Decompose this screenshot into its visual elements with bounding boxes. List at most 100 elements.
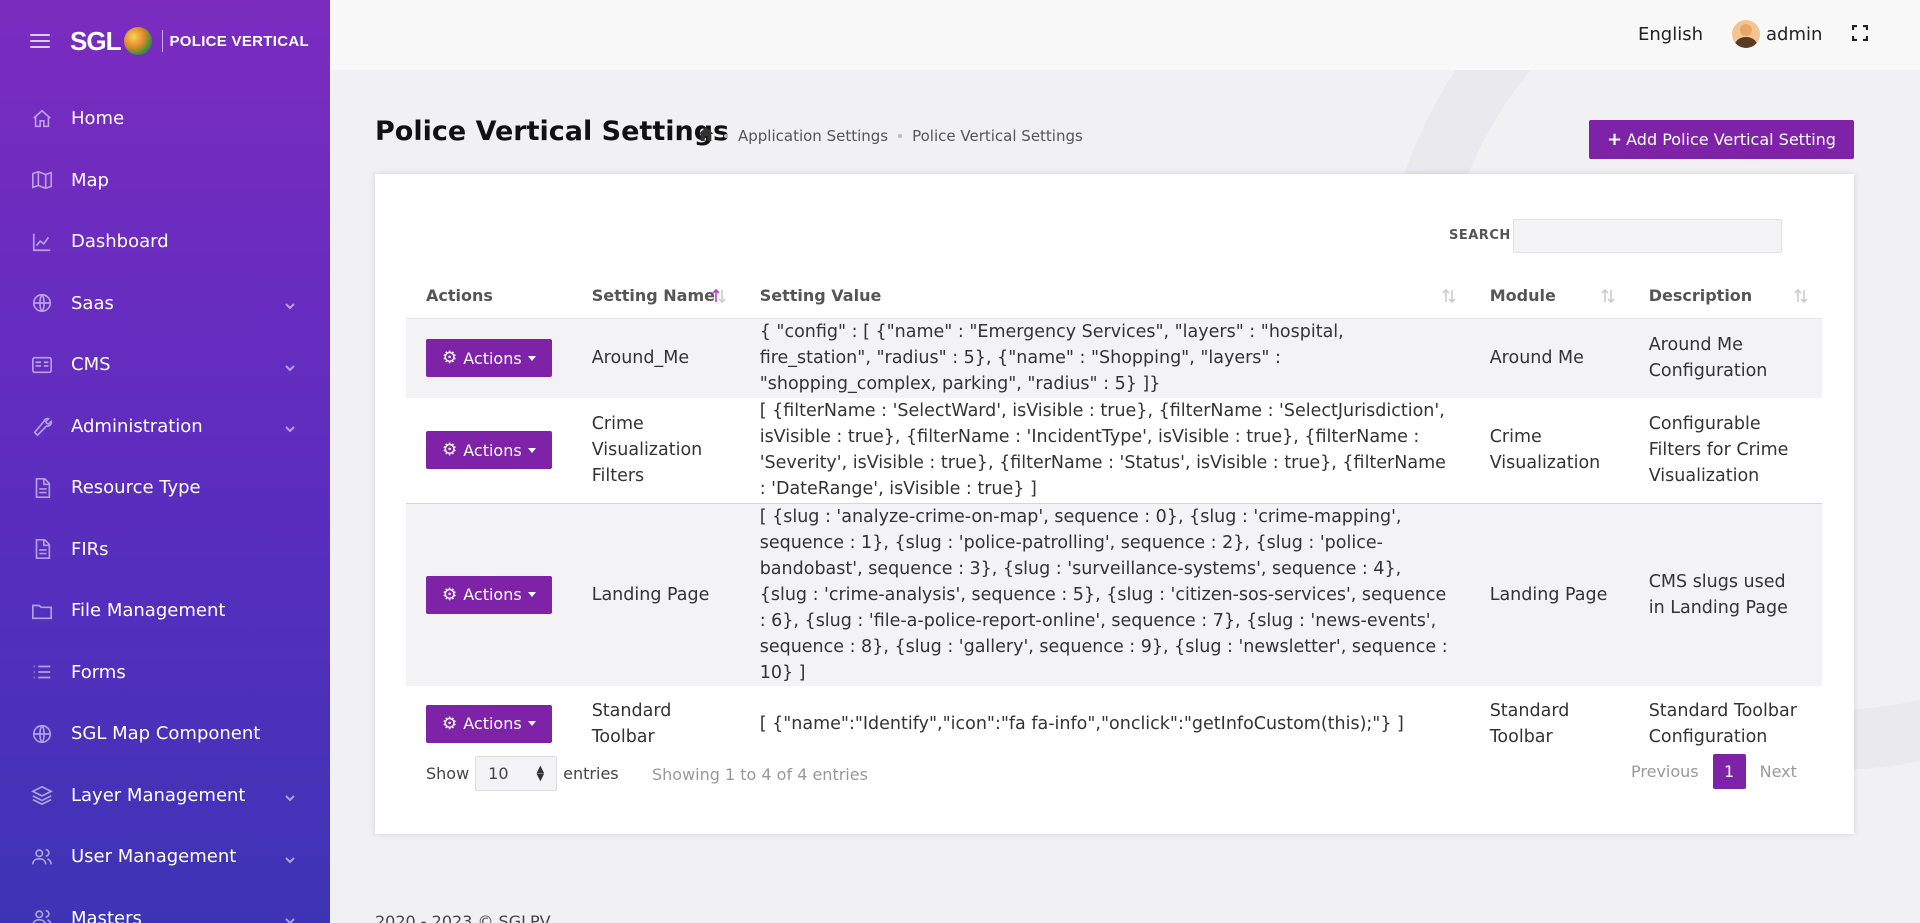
sidebar-nav: Home Map Dashboard Saas CMS Administration Res… — [0, 88, 330, 923]
row-actions-button[interactable]: ⚙ Actions — [426, 704, 552, 743]
sidebar-item-label: FIRs — [71, 538, 109, 560]
column-header-actions: Actions — [406, 274, 572, 319]
row-actions-button[interactable]: ⚙ Actions — [426, 431, 552, 470]
chevron-down-icon — [284, 851, 296, 864]
gear-icon: ⚙ — [442, 584, 458, 605]
table-header-row: Actions Setting Name Setting Value Modul… — [406, 274, 1822, 319]
sidebar: SGL POLICE VERTICAL Home Map Dashboard Saas… — [0, 0, 330, 923]
username: admin — [1766, 23, 1823, 45]
page-button-current[interactable]: 1 — [1712, 754, 1746, 789]
layers-icon — [30, 783, 54, 807]
description-cell: Configurable Filters for Crime Visualiza… — [1648, 414, 1789, 487]
document-icon — [30, 537, 54, 561]
gear-icon: ⚙ — [442, 348, 458, 369]
sidebar-item-map[interactable]: Map — [0, 150, 330, 212]
caret-down-icon — [527, 592, 536, 597]
row-actions-button[interactable]: ⚙ Actions — [426, 575, 552, 614]
length-label: Show — [426, 764, 470, 783]
sidebar-item-label: Map — [71, 169, 109, 191]
pagination: Previous 1 Next — [1631, 754, 1797, 789]
menu-toggle-icon[interactable] — [30, 34, 50, 48]
user-menu[interactable]: admin — [1732, 20, 1822, 48]
globe-icon — [30, 291, 54, 315]
sidebar-item-cms[interactable]: CMS — [0, 334, 330, 396]
table-info: Showing 1 to 4 of 4 entries — [652, 765, 868, 784]
sidebar-item-forms[interactable]: Forms — [0, 642, 330, 704]
settings-card: SEARCH Actions Setting Name Setting Valu… — [375, 174, 1854, 834]
chevron-down-icon — [284, 420, 296, 433]
description-cell: Standard Toolbar Configuration — [1648, 700, 1797, 747]
sidebar-item-label: Masters — [71, 907, 142, 923]
logo-globe-icon — [124, 27, 153, 55]
caret-down-icon — [527, 355, 536, 361]
logo-divider — [162, 30, 164, 52]
column-header-setting-name[interactable]: Setting Name — [571, 274, 740, 319]
sidebar-item-label: Administration — [71, 415, 203, 437]
users-icon — [30, 845, 54, 869]
map-icon — [30, 168, 54, 192]
length-suffix: entries — [563, 764, 619, 783]
column-header-module[interactable]: Module — [1469, 274, 1629, 319]
sidebar-item-administration[interactable]: Administration — [0, 396, 330, 458]
search-label: SEARCH — [1449, 228, 1511, 243]
row-actions-button[interactable]: ⚙ Actions — [426, 339, 552, 378]
sidebar-item-label: SGL Map Component — [71, 723, 261, 745]
setting-value-cell: { "config" : [ {"name" : "Emergency Serv… — [739, 318, 1470, 398]
sidebar-item-label: File Management — [71, 600, 226, 622]
page-title: Police Vertical Settings — [375, 116, 730, 147]
breadcrumb-item-application-settings[interactable]: Application Settings — [738, 127, 888, 145]
sidebar-item-sgl-map-component[interactable]: SGL Map Component — [0, 703, 330, 765]
previous-page-button[interactable]: Previous — [1631, 762, 1699, 781]
sidebar-item-dashboard[interactable]: Dashboard — [0, 211, 330, 273]
chevron-down-icon — [284, 359, 296, 372]
module-cell: Crime Visualization — [1489, 427, 1601, 474]
sort-icon — [1601, 288, 1615, 304]
page-length-control: Show 10 ▲ ▼ entries — [426, 756, 619, 791]
add-setting-button[interactable]: + Add Police Vertical Setting — [1589, 120, 1854, 159]
setting-value-cell: [ {filterName : 'SelectWard', isVisible … — [759, 401, 1446, 500]
sidebar-item-masters[interactable]: Masters — [0, 888, 330, 923]
sidebar-item-label: Dashboard — [71, 231, 169, 253]
fullscreen-icon[interactable] — [1851, 24, 1869, 42]
sidebar-item-layer-management[interactable]: Layer Management — [0, 765, 330, 827]
sidebar-item-resource-type[interactable]: Resource Type — [0, 457, 330, 519]
language-selector[interactable]: English — [1638, 24, 1703, 45]
sidebar-item-firs[interactable]: FIRs — [0, 519, 330, 581]
description-cell: CMS slugs used in Landing Page — [1628, 503, 1822, 686]
breadcrumb-item-current: Police Vertical Settings — [912, 127, 1083, 145]
caret-down-icon — [527, 447, 536, 453]
cms-icon — [30, 353, 54, 377]
actions-cell: ⚙ Actions — [406, 318, 572, 398]
sort-icon — [1442, 288, 1456, 304]
users-icon — [30, 906, 54, 923]
description-cell: Around Me Configuration — [1628, 318, 1822, 398]
module-cell: Landing Page — [1469, 503, 1629, 686]
next-page-button[interactable]: Next — [1760, 762, 1797, 781]
brand-bar: SGL POLICE VERTICAL — [0, 0, 330, 82]
search-input[interactable] — [1513, 219, 1782, 253]
sidebar-item-user-management[interactable]: User Management — [0, 826, 330, 888]
setting-name-cell: Around_Me — [571, 318, 740, 398]
chevron-down-icon — [284, 297, 296, 310]
sort-icon — [1794, 288, 1808, 304]
setting-value-cell: [ {slug : 'analyze-crime-on-map', sequen… — [739, 503, 1470, 686]
product-name: POLICE VERTICAL — [169, 32, 309, 50]
page-length-select[interactable]: 10 ▲ ▼ — [475, 756, 558, 791]
breadcrumb: Application Settings Police Vertical Set… — [698, 126, 1083, 146]
sidebar-item-file-management[interactable]: File Management — [0, 580, 330, 642]
caret-down-icon — [527, 721, 536, 726]
chart-icon — [30, 230, 54, 254]
column-header-setting-value[interactable]: Setting Value — [739, 274, 1470, 319]
table-row: ⚙ Actions Landing Page[ {slug : 'analyze-c… — [406, 503, 1822, 686]
home-icon — [30, 107, 54, 131]
sidebar-item-home[interactable]: Home — [0, 88, 330, 150]
chevron-down-icon — [284, 789, 296, 802]
sort-asc-icon — [712, 288, 726, 304]
sidebar-item-label: Forms — [71, 661, 126, 683]
chevron-down-icon — [284, 912, 296, 923]
home-icon[interactable] — [698, 126, 714, 146]
logo-text: SGL — [70, 25, 121, 56]
table-row: ⚙ Actions Around_Me{ "config" : [ {"name" … — [406, 318, 1822, 398]
column-header-description[interactable]: Description — [1628, 274, 1822, 319]
sidebar-item-saas[interactable]: Saas — [0, 273, 330, 335]
